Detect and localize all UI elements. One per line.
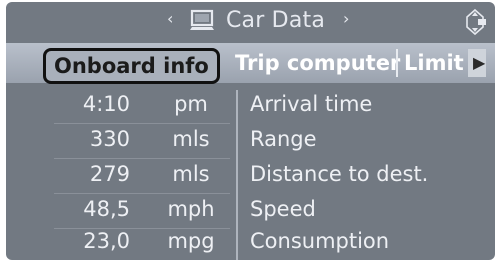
row-value: 23,0 bbox=[83, 229, 130, 253]
title-bar: ‹ Car Data › bbox=[6, 2, 495, 42]
tab-scroll-button[interactable]: ▶ bbox=[468, 49, 486, 77]
row-unit: mph bbox=[167, 197, 215, 221]
tab-onboard-info[interactable]: Onboard info bbox=[43, 48, 220, 84]
computer-icon bbox=[190, 9, 214, 30]
scroll-right-icon: ▶ bbox=[473, 53, 486, 72]
next-menu-arrow[interactable]: › bbox=[343, 9, 349, 28]
tab-limit[interactable]: Limit bbox=[404, 43, 464, 83]
row-label: Distance to dest. bbox=[250, 162, 429, 186]
row-label: Arrival time bbox=[250, 92, 373, 116]
row-unit: mls bbox=[172, 127, 210, 151]
page-title: Car Data bbox=[226, 8, 326, 33]
row-label: Speed bbox=[250, 197, 316, 221]
list-item[interactable]: 23,0 mpg Consumption bbox=[6, 225, 495, 260]
row-value: 4:10 bbox=[82, 92, 130, 116]
row-value: 48,5 bbox=[83, 197, 130, 221]
tab-separator bbox=[396, 49, 398, 77]
row-label: Consumption bbox=[250, 229, 390, 253]
display-screen: ‹ Car Data › Onboard info Trip computer … bbox=[6, 2, 495, 260]
previous-menu-arrow[interactable]: ‹ bbox=[167, 9, 173, 28]
list-item[interactable]: 48,5 mph Speed bbox=[6, 193, 495, 228]
controller-icon bbox=[466, 8, 486, 36]
list-item[interactable]: 330 mls Range bbox=[6, 123, 495, 158]
row-unit: mpg bbox=[167, 229, 215, 253]
tab-bar: Onboard info Trip computer Limit ▶ bbox=[6, 43, 495, 84]
list-item[interactable]: 279 mls Distance to dest. bbox=[6, 158, 495, 193]
row-unit: pm bbox=[174, 92, 208, 116]
row-value: 279 bbox=[89, 162, 130, 186]
row-unit: mls bbox=[172, 162, 210, 186]
row-value: 330 bbox=[89, 127, 130, 151]
row-label: Range bbox=[250, 127, 317, 151]
list-item[interactable]: 4:10 pm Arrival time bbox=[6, 88, 495, 123]
tab-trip-computer[interactable]: Trip computer bbox=[235, 43, 400, 83]
